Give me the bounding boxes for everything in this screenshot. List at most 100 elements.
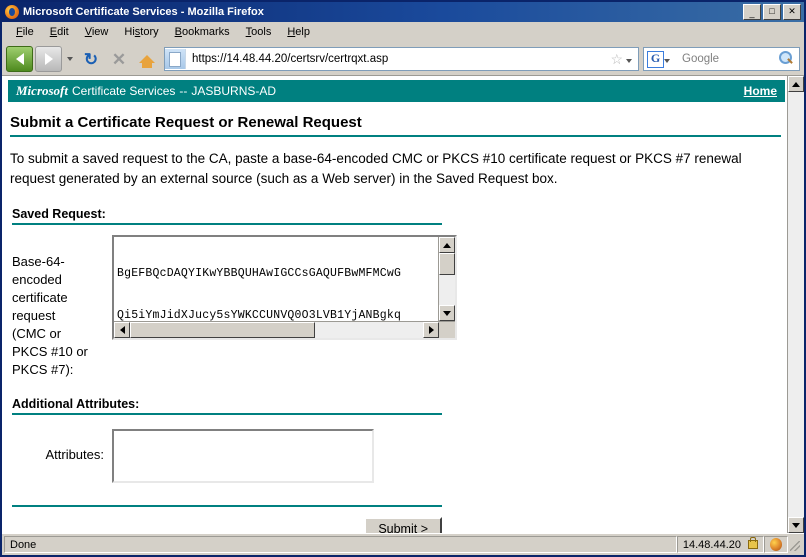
status-bar: Done 14.48.44.20 xyxy=(2,533,804,555)
content-area: Microsoft Certificate Services -- JASBUR… xyxy=(2,75,804,533)
menu-view[interactable]: View xyxy=(77,24,117,40)
page-scroll-down-button[interactable] xyxy=(788,517,804,533)
submit-divider xyxy=(12,505,442,507)
magnifier-icon[interactable] xyxy=(779,51,795,67)
menu-file-label: ile xyxy=(22,26,34,38)
saved-request-label-line-1: certificate request xyxy=(12,290,68,323)
address-dropdown-button[interactable] xyxy=(626,50,638,68)
firefox-icon xyxy=(5,5,19,19)
home-link[interactable]: Home xyxy=(744,84,777,98)
textarea-horizontal-scrollbar[interactable] xyxy=(114,321,455,338)
menu-file[interactable]: File xyxy=(8,24,42,40)
horizontal-scroll-track[interactable] xyxy=(130,322,423,338)
minimize-icon: _ xyxy=(749,8,755,18)
scrollbar-corner xyxy=(439,322,455,338)
chevron-down-icon xyxy=(443,310,451,316)
banner-brand: Microsoft xyxy=(16,83,68,98)
menu-bookmarks-label: ookmarks xyxy=(181,26,230,38)
menu-bar: File Edit View History Bookmarks Tools H… xyxy=(2,22,804,43)
identity-panel[interactable] xyxy=(764,536,788,553)
forward-button[interactable] xyxy=(35,46,62,72)
saved-request-label-line-4: PKCS #7): xyxy=(12,362,74,377)
saved-request-label-line-2: (CMC or xyxy=(12,326,62,341)
page-title: Submit a Certificate Request or Renewal … xyxy=(10,114,362,131)
chevron-up-icon xyxy=(443,242,451,248)
status-host-panel[interactable]: 14.48.44.20 xyxy=(676,536,764,553)
window-controls: _ □ ✕ xyxy=(743,4,803,20)
back-button[interactable] xyxy=(6,46,33,72)
reload-button[interactable]: ↻ xyxy=(78,47,104,71)
minimize-button[interactable]: _ xyxy=(743,4,761,20)
status-host-text: 14.48.44.20 xyxy=(682,538,741,551)
menu-tools[interactable]: Tools xyxy=(238,24,280,40)
scroll-left-button[interactable] xyxy=(114,322,130,338)
banner-separator: -- xyxy=(179,84,188,98)
page-scroll-up-button[interactable] xyxy=(788,76,804,92)
menu-view-label: iew xyxy=(91,26,109,38)
menu-help-label: elp xyxy=(295,26,310,38)
vertical-scroll-track[interactable] xyxy=(439,253,455,305)
home-icon xyxy=(139,55,155,68)
saved-request-text[interactable]: BgEFBQcDAQYIKwYBBQUHAwIGCCsGAQUFBwMFMCwG… xyxy=(114,237,438,321)
additional-attributes-heading: Additional Attributes: xyxy=(12,397,140,411)
search-input[interactable]: Google xyxy=(676,53,779,65)
menu-history[interactable]: History xyxy=(116,24,166,40)
scroll-up-button[interactable] xyxy=(439,237,455,253)
attributes-label: Attributes: xyxy=(45,447,104,462)
menu-history-label: tory xyxy=(140,26,159,38)
chevron-left-icon xyxy=(119,326,125,334)
home-button[interactable] xyxy=(134,47,160,71)
address-bar[interactable]: https://14.48.44.20/certsrv/certrqxt.asp… xyxy=(164,47,639,71)
chevron-right-icon xyxy=(428,326,434,334)
saved-request-divider xyxy=(12,223,442,225)
menu-edit[interactable]: Edit xyxy=(42,24,77,40)
page-scrollbar[interactable] xyxy=(787,76,804,533)
saved-request-label-line-0: Base-64-encoded xyxy=(12,254,65,287)
saved-request-row: Base-64-encoded certificate request (CMC… xyxy=(12,235,787,379)
cert-line-1: Qi5iYmJidXJucy5sYWKCCUNVQ0O3LVB1YjANBgkq xyxy=(117,309,402,321)
search-bar[interactable]: G Google xyxy=(643,47,800,71)
page-scroll-track[interactable] xyxy=(788,92,804,517)
saved-request-label: Base-64-encoded certificate request (CMC… xyxy=(12,235,112,379)
textarea-vertical-scrollbar[interactable] xyxy=(438,237,455,321)
chevron-up-icon xyxy=(792,81,800,87)
attributes-input[interactable] xyxy=(112,429,374,483)
certsrv-banner: Microsoft Certificate Services -- JASBUR… xyxy=(8,80,785,102)
maximize-icon: □ xyxy=(769,6,775,16)
resize-grip-icon[interactable] xyxy=(788,536,802,553)
vertical-scroll-thumb[interactable] xyxy=(439,253,455,275)
google-icon[interactable]: G xyxy=(647,50,664,68)
menu-bookmarks[interactable]: Bookmarks xyxy=(167,24,238,40)
chevron-down-icon xyxy=(67,57,73,61)
back-arrow-icon xyxy=(15,53,24,65)
maximize-button[interactable]: □ xyxy=(763,4,781,20)
nav-history-dropdown[interactable] xyxy=(64,47,76,71)
chevron-down-icon xyxy=(792,522,800,528)
stop-button[interactable]: ✕ xyxy=(106,47,132,71)
menu-help[interactable]: Help xyxy=(279,24,318,40)
scroll-down-button[interactable] xyxy=(439,305,455,321)
horizontal-scroll-thumb[interactable] xyxy=(130,322,315,338)
additional-attributes-divider xyxy=(12,413,442,415)
menu-edit-label: dit xyxy=(57,26,69,38)
search-engine-dropdown[interactable] xyxy=(664,50,676,68)
menu-tools-label: ools xyxy=(251,26,272,38)
title-bar: Microsoft Certificate Services - Mozilla… xyxy=(2,2,804,22)
url-input[interactable]: https://14.48.44.20/certsrv/certrqxt.asp xyxy=(186,53,607,65)
saved-request-textarea[interactable]: BgEFBQcDAQYIKwYBBQUHAwIGCCsGAQUFBwMFMCwG… xyxy=(112,235,457,340)
title-divider xyxy=(10,135,781,137)
close-button[interactable]: ✕ xyxy=(783,4,801,20)
attributes-row: Attributes: xyxy=(12,429,787,483)
banner-product: Certificate Services xyxy=(72,84,176,98)
padlock-icon[interactable] xyxy=(748,537,758,549)
bookmark-star-icon[interactable]: ☆ xyxy=(607,51,626,68)
scroll-right-button[interactable] xyxy=(423,322,439,338)
stop-icon: ✕ xyxy=(111,49,127,69)
submit-button[interactable]: Submit > xyxy=(364,517,442,533)
page-favicon xyxy=(165,49,186,69)
web-page: Microsoft Certificate Services -- JASBUR… xyxy=(2,76,787,533)
saved-request-label-line-3: PKCS #10 or xyxy=(12,344,88,359)
banner-ca-name: JASBURNS-AD xyxy=(191,84,277,98)
close-icon: ✕ xyxy=(788,6,796,16)
window-title: Microsoft Certificate Services - Mozilla… xyxy=(23,6,264,18)
